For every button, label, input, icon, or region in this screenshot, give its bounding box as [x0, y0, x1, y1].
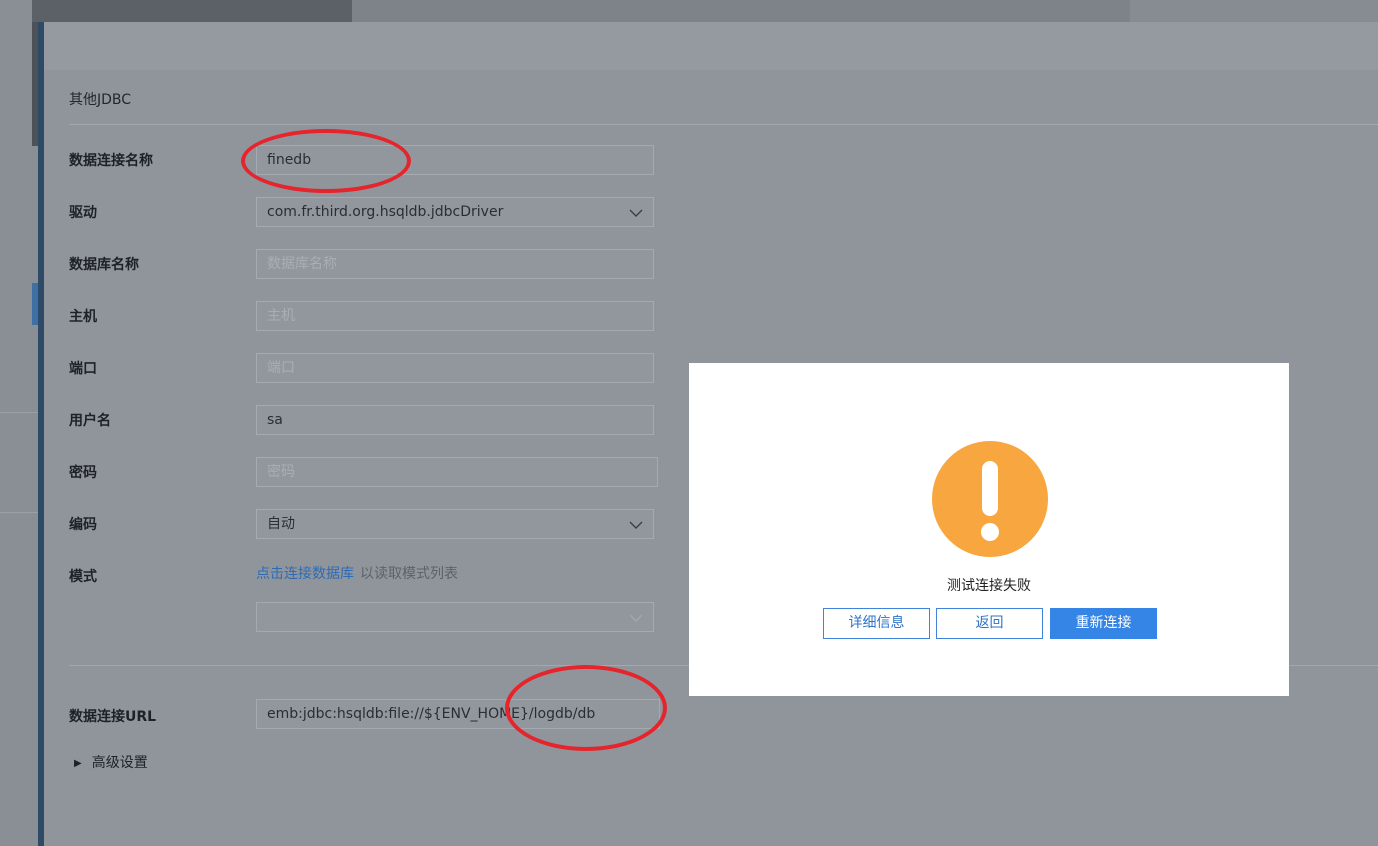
advanced-settings-toggle[interactable]: ▶ 高级设置	[74, 752, 148, 772]
encoding-label: 编码	[69, 517, 97, 533]
schema-select[interactable]	[256, 602, 654, 632]
panel-header	[44, 22, 1378, 70]
database-name-placeholder: 数据库名称	[267, 256, 337, 272]
username-value: sa	[267, 412, 283, 428]
caret-right-icon: ▶	[74, 758, 82, 769]
chevron-down-icon	[629, 200, 643, 217]
schema-hint-text: 以读取模式列表	[360, 566, 458, 582]
encoding-value: 自动	[267, 516, 295, 532]
back-button[interactable]: 返回	[936, 608, 1043, 639]
driver-value: com.fr.third.org.hsqldb.jdbcDriver	[267, 204, 504, 220]
schema-label: 模式	[69, 569, 97, 585]
password-input[interactable]: 密码	[256, 457, 658, 487]
password-placeholder: 密码	[267, 464, 295, 480]
chevron-down-icon	[629, 605, 643, 622]
reconnect-button[interactable]: 重新连接	[1050, 608, 1157, 639]
advanced-settings-label: 高级设置	[91, 755, 148, 771]
port-input[interactable]: 端口	[256, 353, 654, 383]
section-divider	[69, 124, 1378, 125]
details-button[interactable]: 详细信息	[823, 608, 930, 639]
database-name-input[interactable]: 数据库名称	[256, 249, 654, 279]
url-label: 数据连接URL	[69, 709, 157, 725]
background-topbar-right	[1130, 0, 1378, 22]
connection-name-label: 数据连接名称	[69, 153, 153, 169]
host-label: 主机	[69, 309, 97, 325]
username-input[interactable]: sa	[256, 405, 654, 435]
annotation-circle	[505, 665, 667, 751]
database-name-label: 数据库名称	[69, 257, 139, 273]
encoding-select[interactable]: 自动	[256, 509, 654, 539]
warning-icon	[932, 441, 1048, 557]
driver-label: 驱动	[69, 205, 97, 221]
port-placeholder: 端口	[267, 360, 295, 376]
chevron-down-icon	[629, 512, 643, 529]
host-input[interactable]: 主机	[256, 301, 654, 331]
background-divider	[0, 512, 40, 513]
schema-connect-hint: 点击连接数据库 以读取模式列表	[256, 563, 458, 583]
connection-test-dialog: 测试连接失败 详细信息 返回 重新连接	[689, 363, 1289, 696]
host-placeholder: 主机	[267, 308, 295, 324]
background-thumbnail	[32, 0, 352, 22]
password-label: 密码	[69, 465, 97, 481]
annotation-circle	[241, 129, 411, 193]
username-label: 用户名	[69, 413, 111, 429]
port-label: 端口	[69, 361, 97, 377]
section-title: 其他JDBC	[69, 92, 132, 108]
driver-select[interactable]: com.fr.third.org.hsqldb.jdbcDriver	[256, 197, 654, 227]
connect-database-link[interactable]: 点击连接数据库	[256, 566, 354, 582]
dialog-message: 测试连接失败	[947, 578, 1031, 594]
background-divider	[0, 412, 40, 413]
